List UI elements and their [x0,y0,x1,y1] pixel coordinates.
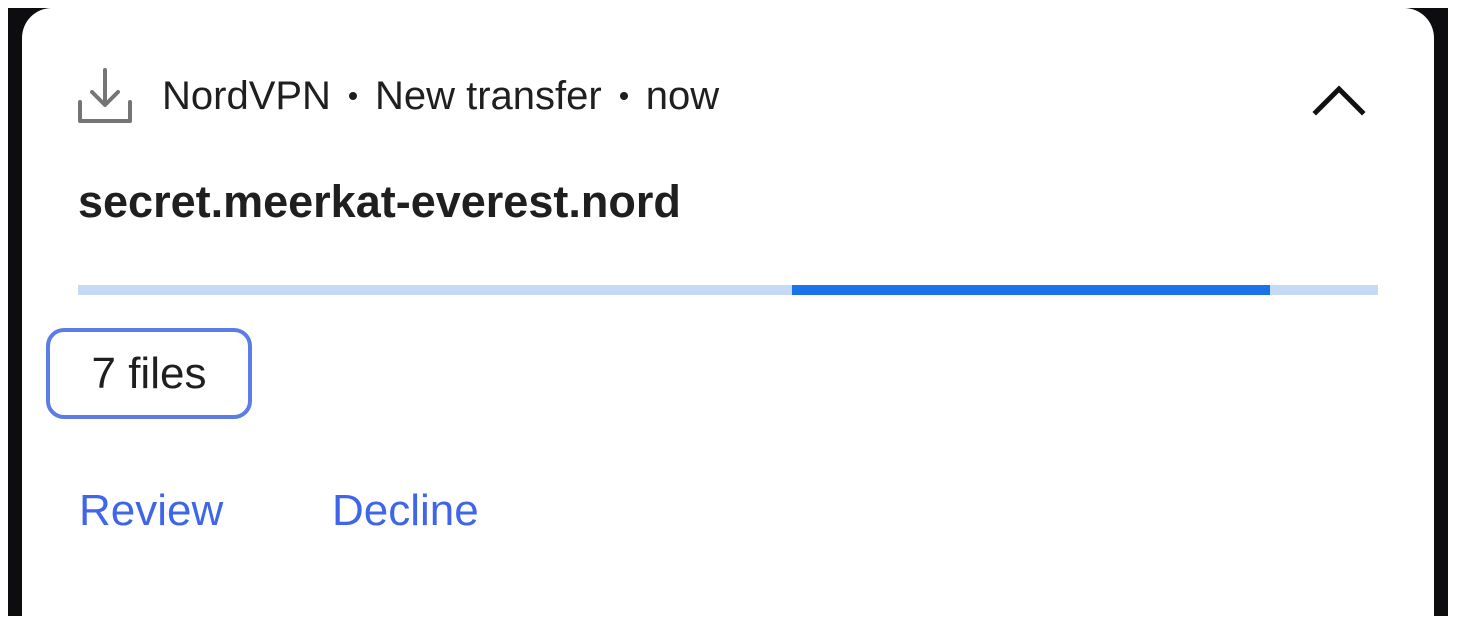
review-button[interactable]: Review [79,486,223,536]
progress-indicator [792,285,1270,295]
decline-button[interactable]: Decline [332,486,479,536]
files-count-chip[interactable]: 7 files [46,328,252,419]
transfer-progress-bar [78,285,1378,295]
notification-meta: NordVPN New transfer now [162,74,719,119]
notification-title: secret.meerkat-everest.nord [78,176,681,227]
separator-dot [348,92,357,100]
files-count-label: 7 files [91,348,207,398]
separator-dot [619,92,628,100]
chevron-up-icon [1312,85,1366,116]
notification-shade: NordVPN New transfer now secret.meerkat-… [8,8,1448,616]
notification-header: NordVPN New transfer now [76,66,719,126]
app-name: NordVPN [162,73,331,118]
collapse-button[interactable] [1304,70,1374,126]
download-icon [78,68,132,123]
notification-card[interactable]: NordVPN New transfer now secret.meerkat-… [22,8,1434,616]
notification-time: now [645,73,720,118]
notification-category: New transfer [374,73,602,118]
